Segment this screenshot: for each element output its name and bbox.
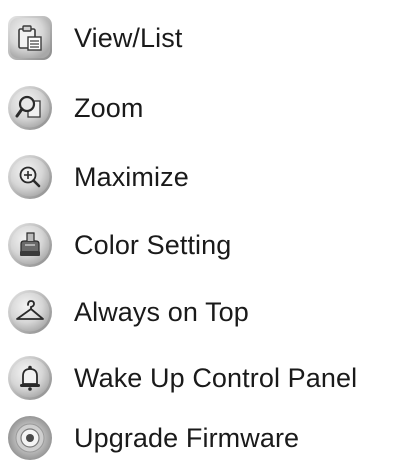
menu-item-label: Color Setting	[74, 229, 232, 260]
menu-item-label: Upgrade Firmware	[74, 422, 300, 453]
menu-item-maximize[interactable]: Maximize	[6, 151, 411, 203]
hanger-icon[interactable]	[6, 288, 54, 336]
menu-item-zoom[interactable]: Zoom	[6, 82, 411, 134]
menu-item-always-on-top[interactable]: Always on Top	[6, 286, 411, 338]
menu-item-label: View/List	[74, 22, 183, 53]
menu-item-upgrade-firmware[interactable]: Upgrade Firmware	[6, 412, 411, 464]
menu-item-label: Wake Up Control Panel	[74, 362, 358, 393]
menu-item-label: Zoom	[74, 92, 144, 123]
paint-bucket-icon[interactable]	[6, 221, 54, 269]
zoom-in-icon[interactable]	[6, 153, 54, 201]
menu-item-wake-up-control-panel[interactable]: Wake Up Control Panel	[6, 352, 411, 404]
target-dot-icon[interactable]	[6, 414, 54, 462]
bell-icon[interactable]	[6, 354, 54, 402]
menu-list: View/List Zoom Maximize Color Setting Al…	[0, 0, 417, 467]
menu-item-label: Maximize	[74, 161, 189, 192]
menu-item-color-setting[interactable]: Color Setting	[6, 219, 411, 271]
clipboard-list-icon[interactable]	[6, 14, 54, 62]
menu-item-view-list[interactable]: View/List	[6, 12, 411, 64]
menu-item-label: Always on Top	[74, 296, 249, 327]
magnifier-icon[interactable]	[6, 84, 54, 132]
